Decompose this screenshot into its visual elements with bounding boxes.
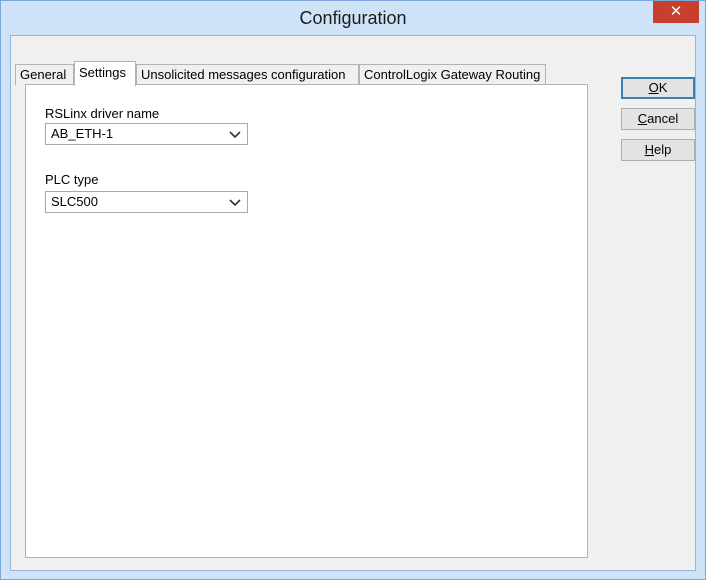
close-icon: ✕ xyxy=(669,3,683,20)
tab-label: General xyxy=(20,67,67,82)
ok-accel: O xyxy=(648,80,659,95)
cancel-label: ancel xyxy=(647,111,679,126)
plc-type-value: SLC500 xyxy=(51,194,98,209)
chevron-down-icon xyxy=(229,131,241,139)
plc-type-select[interactable]: SLC500 xyxy=(45,191,248,213)
tab-settings[interactable]: Settings xyxy=(74,61,136,86)
help-button[interactable]: Help xyxy=(621,139,695,161)
plc-type-label: PLC type xyxy=(45,172,99,187)
help-accel: H xyxy=(644,142,655,157)
help-label: elp xyxy=(654,142,672,157)
cancel-button[interactable]: Cancel xyxy=(621,108,695,130)
driver-name-label: RSLinx driver name xyxy=(45,106,160,121)
ok-button[interactable]: OK xyxy=(621,77,695,99)
tab-controllogix-gateway-routing[interactable]: ControlLogix Gateway Routing xyxy=(359,64,546,85)
driver-name-select[interactable]: AB_ETH-1 xyxy=(45,123,248,145)
chevron-down-icon xyxy=(229,199,241,207)
tab-general[interactable]: General xyxy=(15,64,74,85)
configuration-dialog: Configuration ✕ General Settings Unsolic… xyxy=(0,0,706,580)
settings-tab-panel: RSLinx driver name AB_ETH-1 PLC type SLC… xyxy=(25,84,588,558)
tab-label: ControlLogix Gateway Routing xyxy=(364,67,541,82)
cancel-accel: C xyxy=(637,111,648,126)
tab-label: Unsolicited messages configuration xyxy=(141,67,346,82)
driver-name-value: AB_ETH-1 xyxy=(51,126,114,141)
tab-label: Settings xyxy=(79,65,126,80)
title-bar[interactable]: Configuration ✕ xyxy=(1,1,705,35)
ok-label: K xyxy=(658,80,668,95)
tab-unsolicited-messages[interactable]: Unsolicited messages configuration xyxy=(136,64,359,85)
window-title: Configuration xyxy=(299,8,407,28)
close-button[interactable]: ✕ xyxy=(653,1,699,23)
